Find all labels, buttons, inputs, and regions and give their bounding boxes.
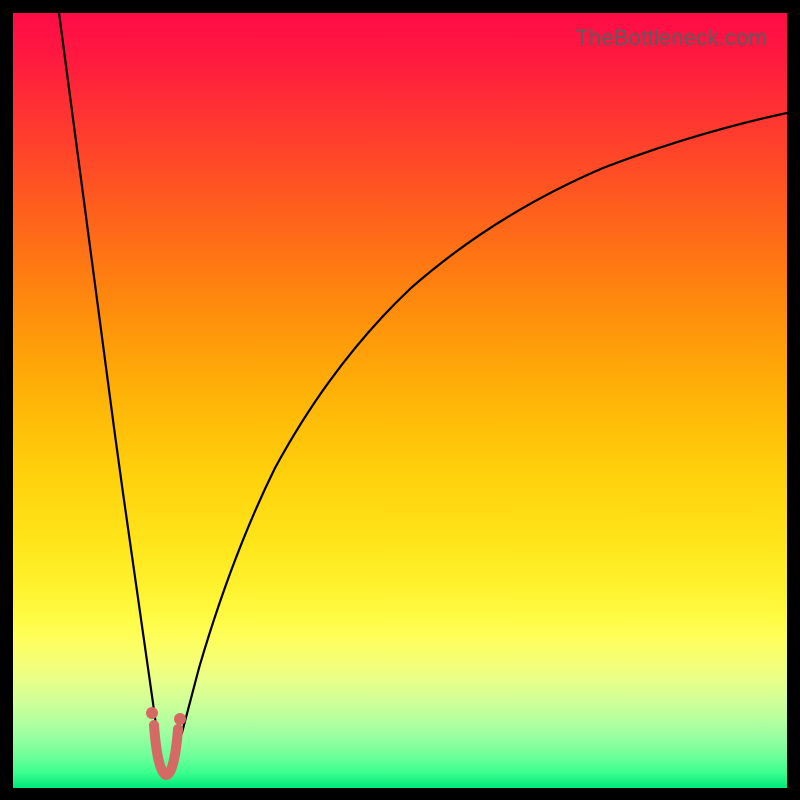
- plot-area: TheBottleneck.com: [13, 13, 787, 788]
- bottleneck-curve: [13, 13, 787, 788]
- chart-frame: TheBottleneck.com: [0, 0, 800, 800]
- curve-path: [59, 13, 787, 778]
- marker-dot: [174, 713, 186, 725]
- marker-u-shape: [154, 725, 178, 775]
- optimal-markers: [146, 707, 186, 775]
- watermark-label: TheBottleneck.com: [575, 25, 767, 51]
- marker-dot: [146, 707, 158, 719]
